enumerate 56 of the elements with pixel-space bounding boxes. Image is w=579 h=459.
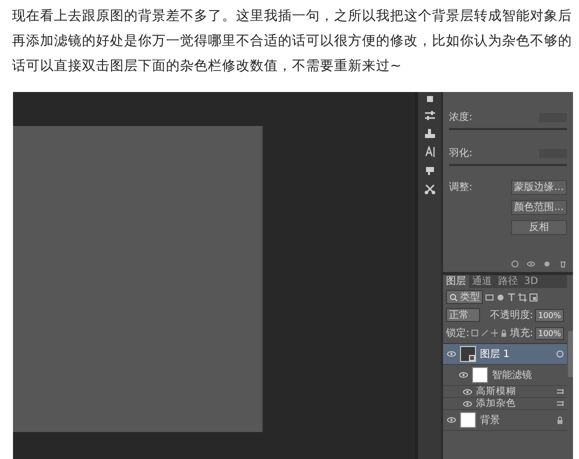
smart-object-icon[interactable] — [529, 292, 538, 302]
paragraph-icon[interactable] — [424, 146, 436, 158]
search-icon — [449, 292, 458, 302]
blend-mode-dropdown[interactable]: 正常 — [446, 308, 480, 322]
blending-options-icon[interactable] — [557, 388, 564, 395]
lock-icon[interactable] — [500, 329, 508, 337]
adjust-button[interactable]: 反相 — [511, 220, 567, 235]
layer-name: 图层 1 — [480, 348, 510, 361]
layer-thumbnail — [460, 412, 476, 428]
opacity-label: 不透明度: — [490, 308, 534, 322]
smart-filters-row[interactable]: 智能滤镜 — [443, 365, 567, 386]
fill-label: 填充: — [510, 326, 534, 340]
adjust-label: 调整: — [449, 181, 472, 195]
eye-icon[interactable] — [446, 417, 456, 423]
sliders-icon[interactable] — [424, 110, 436, 121]
eye-icon[interactable] — [527, 260, 535, 268]
fill-field[interactable]: 100% — [535, 326, 564, 340]
slider-label: 浓度: — [449, 110, 472, 124]
scissors-icon[interactable] — [424, 183, 436, 195]
blending-options-icon[interactable] — [557, 400, 564, 407]
filter-label: 类型 — [460, 290, 480, 304]
stamp-icon[interactable] — [424, 128, 436, 139]
slider-label: 羽化: — [449, 147, 472, 160]
image-icon[interactable] — [485, 292, 494, 302]
article-paragraph: 现在看上去跟原图的背景差不多了。这里我插一句，之所以我把这个背景层转成智能对象后再添加滤镜的好处是你万一觉得哪里不合适的话可以很方便的修改，比如你认为杂色不够的话可以直接双击图层下面的杂色栏修改数值，不需要重新来过~ — [12, 7, 573, 76]
circle-icon[interactable] — [496, 292, 505, 302]
move-icon[interactable] — [490, 329, 498, 337]
filter-row[interactable]: 添加杂色 — [443, 398, 567, 410]
filter-row[interactable]: 高斯模糊 — [443, 386, 567, 398]
filter-toggle-icon[interactable] — [556, 350, 564, 358]
type-icon[interactable] — [507, 292, 516, 302]
layer-name: 智能滤镜 — [492, 368, 532, 382]
layer-row[interactable]: 图层 1 — [443, 344, 567, 365]
circle-icon[interactable] — [543, 260, 551, 268]
eye-icon[interactable] — [458, 372, 468, 378]
panel-tab[interactable]: 图层 — [443, 275, 469, 288]
eye-icon[interactable] — [446, 351, 456, 357]
filter-mask-thumbnail — [472, 367, 488, 383]
panel-tab[interactable]: 3D — [521, 275, 542, 288]
eye-icon[interactable] — [462, 400, 472, 406]
layer-name: 背景 — [480, 414, 500, 427]
panel-tab[interactable]: 通道 — [469, 275, 495, 288]
eye-icon[interactable] — [462, 388, 472, 394]
scrollbar[interactable] — [568, 331, 573, 377]
panel-tab[interactable]: 路径 — [495, 275, 521, 288]
adjust-button[interactable]: 蒙版边缘... — [511, 180, 567, 195]
lock-label: 锁定: — [446, 326, 470, 340]
filter-dropdown[interactable]: 类型 — [446, 290, 483, 304]
opacity-field[interactable]: 100% — [535, 308, 564, 322]
filter-name: 高斯模糊 — [476, 385, 516, 398]
trash-icon[interactable] — [559, 260, 567, 268]
layer-row[interactable]: 背景 — [443, 410, 567, 431]
crop-icon[interactable] — [518, 292, 527, 302]
selection-icon[interactable] — [511, 260, 519, 268]
adjust-button[interactable]: 颜色范围... — [511, 200, 567, 215]
filter-name: 添加杂色 — [476, 397, 516, 410]
